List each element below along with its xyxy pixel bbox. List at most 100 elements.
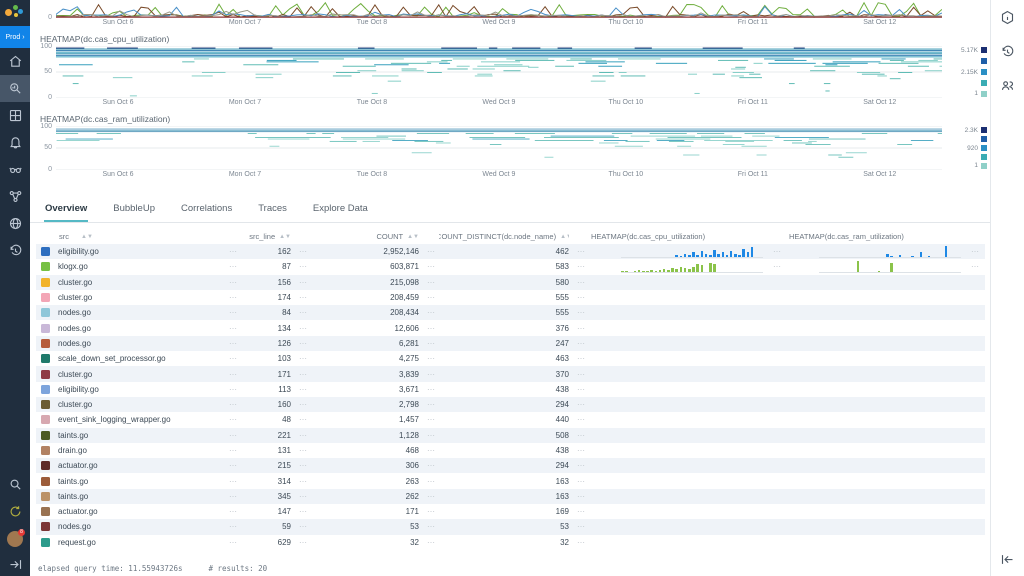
sort-icon[interactable]: ▲▼ <box>81 234 93 240</box>
row-menu-ellipsis[interactable]: ⋯ <box>419 477 439 486</box>
row-menu-ellipsis[interactable]: ⋯ <box>419 446 439 455</box>
row-menu-ellipsis[interactable]: ⋯ <box>291 385 311 394</box>
collapse-rail-icon[interactable] <box>1000 552 1015 572</box>
row-menu-ellipsis[interactable]: ⋯ <box>221 538 241 547</box>
tab-traces[interactable]: Traces <box>257 196 288 222</box>
row-menu-ellipsis[interactable]: ⋯ <box>569 339 589 348</box>
row-menu-ellipsis[interactable]: ⋯ <box>569 538 589 547</box>
table-row[interactable]: actuator.go⋯215⋯306⋯294⋯⋯⋯ <box>36 458 985 473</box>
honeycomb-logo-icon[interactable] <box>0 0 30 26</box>
table-row[interactable]: event_sink_logging_wrapper.go⋯48⋯1,457⋯4… <box>36 412 985 427</box>
table-row[interactable]: eligibility.go⋯162⋯2,952,146⋯462⋯⋯⋯ <box>36 244 985 259</box>
row-menu-ellipsis[interactable]: ⋯ <box>569 354 589 363</box>
row-menu-ellipsis[interactable]: ⋯ <box>419 278 439 287</box>
row-menu-ellipsis[interactable]: ⋯ <box>291 278 311 287</box>
header-count-distinct[interactable]: COUNT_DISTINCT(dc.node_name)▲▼ <box>439 232 569 241</box>
row-menu-ellipsis[interactable]: ⋯ <box>221 446 241 455</box>
team-activity-icon[interactable] <box>1000 78 1015 98</box>
row-menu-ellipsis[interactable]: ⋯ <box>291 415 311 424</box>
row-menu-ellipsis[interactable]: ⋯ <box>291 461 311 470</box>
table-row[interactable]: nodes.go⋯126⋯6,281⋯247⋯⋯⋯ <box>36 336 985 351</box>
table-row[interactable]: cluster.go⋯156⋯215,098⋯580⋯⋯⋯ <box>36 275 985 290</box>
row-menu-ellipsis[interactable]: ⋯ <box>419 461 439 470</box>
table-row[interactable]: cluster.go⋯174⋯208,459⋯555⋯⋯⋯ <box>36 290 985 305</box>
row-menu-ellipsis[interactable]: ⋯ <box>221 278 241 287</box>
row-menu-ellipsis[interactable]: ⋯ <box>419 339 439 348</box>
tab-explore-data[interactable]: Explore Data <box>312 196 369 222</box>
row-menu-ellipsis[interactable]: ⋯ <box>419 262 439 271</box>
activity-history-icon[interactable] <box>0 237 30 264</box>
row-menu-ellipsis[interactable]: ⋯ <box>569 477 589 486</box>
row-menu-ellipsis[interactable]: ⋯ <box>419 415 439 424</box>
row-menu-ellipsis[interactable]: ⋯ <box>221 308 241 317</box>
tab-overview[interactable]: Overview <box>44 196 88 222</box>
ram-heatmap-plot[interactable] <box>56 126 942 170</box>
row-menu-ellipsis[interactable]: ⋯ <box>419 522 439 531</box>
table-row[interactable]: klogx.go⋯87⋯603,871⋯583⋯⋯⋯ <box>36 259 985 274</box>
home-icon[interactable] <box>0 48 30 75</box>
row-menu-ellipsis[interactable]: ⋯ <box>569 522 589 531</box>
environment-selector[interactable]: Prod › <box>0 26 30 48</box>
table-row[interactable]: taints.go⋯314⋯263⋯163⋯⋯⋯ <box>36 473 985 488</box>
tab-correlations[interactable]: Correlations <box>180 196 233 222</box>
row-menu-ellipsis[interactable]: ⋯ <box>569 415 589 424</box>
row-menu-ellipsis[interactable]: ⋯ <box>773 247 781 256</box>
datasets-globe-icon[interactable] <box>0 210 30 237</box>
row-menu-ellipsis[interactable]: ⋯ <box>291 354 311 363</box>
row-menu-ellipsis[interactable]: ⋯ <box>291 293 311 302</box>
row-menu-ellipsis[interactable]: ⋯ <box>419 385 439 394</box>
table-row[interactable]: nodes.go⋯59⋯53⋯53⋯⋯⋯ <box>36 519 985 534</box>
top-chart-plot[interactable] <box>56 0 942 18</box>
row-menu-ellipsis[interactable]: ⋯ <box>569 293 589 302</box>
sort-icon[interactable]: ▲▼ <box>407 234 419 240</box>
sort-icon[interactable]: ▲▼ <box>279 234 291 240</box>
row-menu-ellipsis[interactable]: ⋯ <box>569 431 589 440</box>
table-row[interactable]: cluster.go⋯171⋯3,839⋯370⋯⋯⋯ <box>36 366 985 381</box>
row-menu-ellipsis[interactable]: ⋯ <box>291 247 311 256</box>
row-menu-ellipsis[interactable]: ⋯ <box>569 324 589 333</box>
table-row[interactable]: request.go⋯629⋯32⋯32⋯⋯⋯ <box>36 535 985 550</box>
query-info-icon[interactable] <box>1000 10 1015 30</box>
header-src[interactable]: src▲▼ <box>36 232 221 241</box>
row-menu-ellipsis[interactable]: ⋯ <box>291 370 311 379</box>
row-menu-ellipsis[interactable]: ⋯ <box>419 308 439 317</box>
row-menu-ellipsis[interactable]: ⋯ <box>291 400 311 409</box>
row-menu-ellipsis[interactable]: ⋯ <box>221 370 241 379</box>
row-menu-ellipsis[interactable]: ⋯ <box>569 262 589 271</box>
cpu-heatmap-plot[interactable] <box>56 46 942 98</box>
header-src-line[interactable]: src_line▲▼ <box>241 232 291 241</box>
slos-icon[interactable] <box>0 156 30 183</box>
row-menu-ellipsis[interactable]: ⋯ <box>569 492 589 501</box>
refresh-icon[interactable] <box>0 498 30 525</box>
row-menu-ellipsis[interactable]: ⋯ <box>291 492 311 501</box>
row-menu-ellipsis[interactable]: ⋯ <box>291 538 311 547</box>
table-row[interactable]: taints.go⋯345⋯262⋯163⋯⋯⋯ <box>36 489 985 504</box>
row-menu-ellipsis[interactable]: ⋯ <box>569 247 589 256</box>
row-menu-ellipsis[interactable]: ⋯ <box>291 446 311 455</box>
query-icon[interactable] <box>0 75 30 102</box>
table-row[interactable]: actuator.go⋯147⋯171⋯169⋯⋯⋯ <box>36 504 985 519</box>
table-row[interactable]: scale_down_set_processor.go⋯103⋯4,275⋯46… <box>36 351 985 366</box>
row-menu-ellipsis[interactable]: ⋯ <box>419 293 439 302</box>
table-row[interactable]: cluster.go⋯160⋯2,798⋯294⋯⋯⋯ <box>36 397 985 412</box>
header-count[interactable]: COUNT▲▼ <box>311 232 419 241</box>
row-menu-ellipsis[interactable]: ⋯ <box>291 308 311 317</box>
row-menu-ellipsis[interactable]: ⋯ <box>569 370 589 379</box>
row-menu-ellipsis[interactable]: ⋯ <box>419 324 439 333</box>
row-menu-ellipsis[interactable]: ⋯ <box>221 477 241 486</box>
user-avatar[interactable]: 8 <box>0 525 30 552</box>
row-menu-ellipsis[interactable]: ⋯ <box>971 247 979 256</box>
row-menu-ellipsis[interactable]: ⋯ <box>291 522 311 531</box>
row-menu-ellipsis[interactable]: ⋯ <box>419 431 439 440</box>
row-menu-ellipsis[interactable]: ⋯ <box>419 247 439 256</box>
row-menu-ellipsis[interactable]: ⋯ <box>569 446 589 455</box>
row-menu-ellipsis[interactable]: ⋯ <box>419 492 439 501</box>
row-menu-ellipsis[interactable]: ⋯ <box>221 339 241 348</box>
row-menu-ellipsis[interactable]: ⋯ <box>419 354 439 363</box>
row-menu-ellipsis[interactable]: ⋯ <box>419 507 439 516</box>
sort-icon[interactable]: ▲▼ <box>560 234 569 240</box>
row-menu-ellipsis[interactable]: ⋯ <box>221 354 241 363</box>
row-menu-ellipsis[interactable]: ⋯ <box>419 538 439 547</box>
row-menu-ellipsis[interactable]: ⋯ <box>419 370 439 379</box>
row-menu-ellipsis[interactable]: ⋯ <box>221 400 241 409</box>
